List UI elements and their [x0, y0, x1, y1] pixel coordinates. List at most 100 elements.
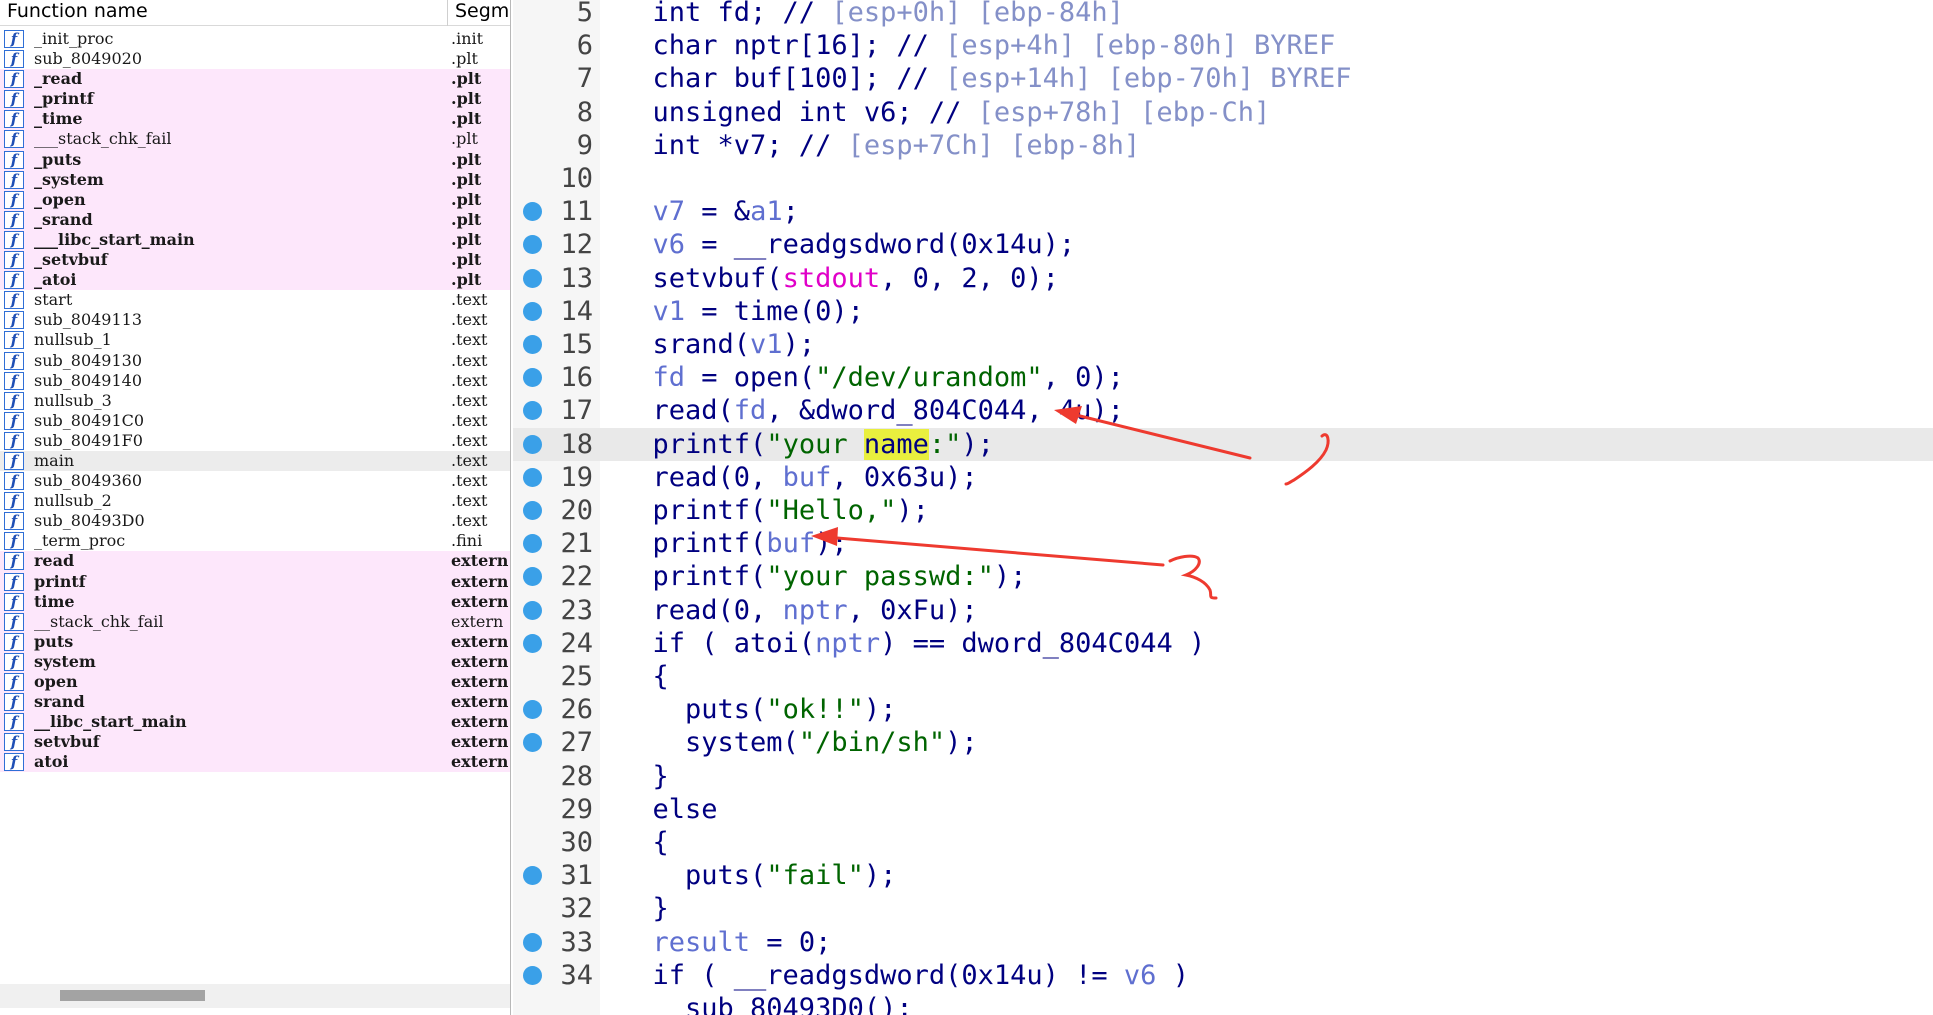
function-row[interactable]: f sub_80491C0 .text [0, 411, 510, 431]
code-line[interactable]: 23 read(0, nptr, 0xFu); [513, 594, 1933, 627]
function-icon: f [4, 632, 24, 651]
breakpoint-dot-icon[interactable] [523, 202, 542, 222]
function-row[interactable]: f _printf .plt [0, 89, 510, 110]
breakpoint-dot-icon[interactable] [523, 567, 542, 587]
code-line[interactable]: 12 v6 = __readgsdword(0x14u); [513, 228, 1933, 261]
code-line[interactable]: 18 printf("your name:"); [513, 427, 1933, 461]
function-row[interactable]: f _term_proc .fini [0, 531, 510, 551]
horizontal-scrollbar[interactable] [0, 984, 510, 1008]
code-line[interactable]: 32 } [513, 892, 1933, 925]
function-row[interactable]: f setvbuf extern [0, 732, 510, 753]
code-line[interactable]: 33 result = 0; [513, 926, 1933, 959]
column-header-function-name[interactable]: Function name [7, 0, 148, 24]
function-row[interactable]: f _system .plt [0, 169, 510, 190]
code-line[interactable]: 26 puts("ok!!"); [513, 693, 1933, 726]
code-line[interactable]: 13 setvbuf(stdout, 0, 2, 0); [513, 262, 1933, 295]
function-row[interactable]: f _read .plt [0, 69, 510, 90]
function-row[interactable]: f open extern [0, 672, 510, 693]
breakpoint-dot-icon[interactable] [523, 368, 542, 388]
breakpoint-dot-icon[interactable] [523, 866, 542, 886]
function-row[interactable]: f _atoi .plt [0, 270, 510, 291]
function-row[interactable]: f sub_80491F0 .text [0, 431, 510, 451]
function-row[interactable]: f sub_8049360 .text [0, 471, 510, 491]
function-row[interactable]: f sub_8049140 .text [0, 371, 510, 391]
code-line[interactable]: 16 fd = open("/dev/urandom", 0); [513, 361, 1933, 394]
breakpoint-dot-icon[interactable] [523, 534, 542, 554]
breakpoint-dot-icon[interactable] [523, 965, 542, 985]
code-line[interactable]: 29 else [513, 793, 1933, 826]
function-row[interactable]: f ___libc_start_main .plt [0, 229, 510, 251]
breakpoint-dot-icon[interactable] [523, 235, 542, 255]
breakpoint-dot-icon[interactable] [523, 434, 542, 454]
breakpoint-dot-icon[interactable] [523, 733, 542, 753]
code-line[interactable]: 22 printf("your passwd:"); [513, 560, 1933, 593]
breakpoint-dot-icon[interactable] [523, 932, 542, 952]
breakpoint-dot-icon[interactable] [523, 467, 542, 487]
function-row[interactable]: f _init_proc .init [0, 29, 510, 49]
function-row[interactable]: f __stack_chk_fail extern [0, 611, 510, 632]
breakpoint-dot-icon[interactable] [523, 501, 542, 520]
function-row[interactable]: f srand extern [0, 692, 510, 713]
function-row[interactable]: f _puts .plt [0, 149, 510, 170]
code-line[interactable]: 27 system("/bin/sh"); [513, 726, 1933, 759]
breakpoint-dot-icon[interactable] [523, 633, 542, 653]
code-line[interactable]: 6 char nptr[16]; // [esp+4h] [ebp-80h] B… [513, 29, 1933, 62]
function-row[interactable]: f start .text [0, 290, 510, 310]
function-row[interactable]: f _open .plt [0, 189, 510, 210]
function-row[interactable]: f sub_8049130 .text [0, 351, 510, 371]
function-row[interactable]: f main .text [0, 450, 510, 472]
function-name: puts [34, 631, 74, 651]
function-name: _puts [34, 149, 82, 169]
function-row[interactable]: f system extern [0, 651, 510, 672]
function-name: start [34, 290, 73, 310]
breakpoint-dot-icon[interactable] [523, 401, 542, 421]
column-separator[interactable] [447, 0, 448, 26]
function-row[interactable]: f read extern [0, 551, 510, 572]
function-row[interactable]: f ___stack_chk_fail .plt [0, 129, 510, 150]
pseudocode-view[interactable]: 5 int fd; // [esp+0h] [ebp-84h] 6 char np… [513, 0, 1933, 1015]
code-line[interactable]: 15 srand(v1); [513, 328, 1933, 361]
code-line[interactable]: 9 int *v7; // [esp+7Ch] [ebp-8h] [513, 129, 1933, 162]
code-line[interactable]: 30 { [513, 826, 1933, 859]
function-row[interactable]: f time extern [0, 591, 510, 612]
code-line[interactable]: 34 if ( __readgsdword(0x14u) != v6 ) [513, 959, 1933, 992]
code-line[interactable]: 25 { [513, 660, 1933, 693]
function-row[interactable]: f sub_8049020 .plt [0, 49, 510, 69]
code-line[interactable]: 14 v1 = time(0); [513, 295, 1933, 328]
code-line[interactable]: 10 [513, 162, 1933, 195]
function-row[interactable]: f printf extern [0, 571, 510, 592]
code-line[interactable]: 17 read(fd, &dword_804C044, 4u); [513, 394, 1933, 427]
function-row[interactable]: f _srand .plt [0, 209, 510, 230]
scrollbar-thumb[interactable] [60, 990, 205, 1001]
function-row[interactable]: f nullsub_2 .text [0, 491, 510, 511]
code-line[interactable]: 20 printf("Hello,"); [513, 494, 1933, 527]
code-line[interactable]: 31 puts("fail"); [513, 859, 1933, 892]
breakpoint-dot-icon[interactable] [523, 600, 542, 620]
function-row[interactable]: f nullsub_1 .text [0, 330, 510, 350]
function-row[interactable]: f nullsub_3 .text [0, 391, 510, 411]
function-row[interactable]: f puts extern [0, 631, 510, 652]
code-line[interactable]: 5 int fd; // [esp+0h] [ebp-84h] [513, 0, 1933, 29]
code-line[interactable]: 19 read(0, buf, 0x63u); [513, 461, 1933, 494]
function-row[interactable]: f __libc_start_main extern [0, 712, 510, 733]
breakpoint-dot-icon[interactable] [523, 268, 542, 288]
function-row[interactable]: f sub_8049113 .text [0, 310, 510, 330]
function-row[interactable]: f _time .plt [0, 109, 510, 130]
code-token: , 0xFu); [847, 594, 978, 626]
function-row[interactable]: f sub_80493D0 .text [0, 511, 510, 531]
code-line[interactable]: 7 char buf[100]; // [esp+14h] [ebp-70h] … [513, 62, 1933, 95]
breakpoint-dot-icon[interactable] [523, 301, 542, 321]
breakpoint-dot-icon[interactable] [523, 700, 542, 720]
function-icon: f [4, 371, 24, 390]
breakpoint-dot-icon[interactable] [523, 335, 542, 354]
code-line[interactable]: 24 if ( atoi(nptr) == dword_804C044 ) [513, 627, 1933, 660]
function-row[interactable]: f atoi extern [0, 752, 510, 773]
code-line[interactable]: 8 unsigned int v6; // [esp+78h] [ebp-Ch] [513, 96, 1933, 129]
code-line[interactable]: 28 } [513, 760, 1933, 793]
code-line[interactable]: 21 printf(buf); [513, 527, 1933, 560]
function-row[interactable]: f _setvbuf .plt [0, 250, 510, 271]
code-line[interactable]: sub_80493D0(); [513, 992, 1933, 1015]
function-name: _read [34, 69, 83, 89]
column-header-segment[interactable]: Segme [455, 0, 510, 24]
code-line[interactable]: 11 v7 = &a1; [513, 195, 1933, 228]
